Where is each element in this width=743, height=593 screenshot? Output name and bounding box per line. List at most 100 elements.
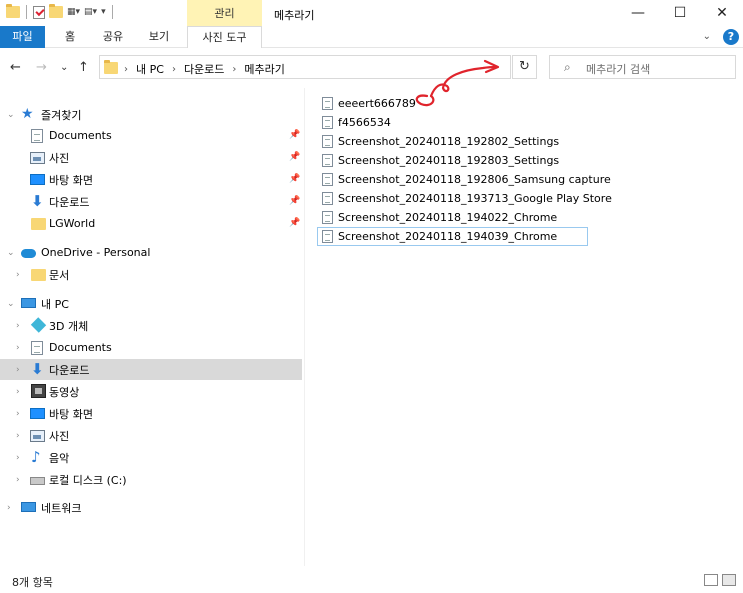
tab-view[interactable]: 보기 [141,26,177,48]
close-button[interactable]: ✕ [701,0,743,26]
rename-icon[interactable]: ▦▾ [67,7,80,17]
sidebar-item-label: 내 PC [41,297,69,311]
title-bar: ▦▾ ▤▾ ▾ 관리 메추라기 — ☐ ✕ [0,0,743,26]
sidebar-item-pictures[interactable]: › 사진 [0,425,302,446]
breadcrumb-separator[interactable]: › [172,64,176,75]
breadcrumb-separator[interactable]: › [124,64,128,75]
recent-locations-icon[interactable]: ⌄ [60,62,68,73]
pin-icon[interactable]: 📌 [289,152,300,162]
tab-share[interactable]: 공유 [95,26,131,48]
sidebar-item-downloads[interactable]: › ⬇ 다운로드 [0,359,302,380]
navigation-bar: ← → ⌄ ↑ › 내 PC › 다운로드 › 메추라기 ⌄ ↻ ⌕ 메추라기 … [0,48,743,88]
expand-icon[interactable]: › [16,321,20,331]
pane-divider[interactable] [304,88,305,566]
new-folder-icon[interactable] [49,4,63,18]
refresh-button[interactable]: ↻ [512,55,537,79]
list-item[interactable]: Screenshot_20240118_192802_Settings [318,132,559,151]
details-view-icon[interactable] [704,574,718,586]
list-item[interactable]: f4566534 [318,113,391,132]
quick-access-toolbar: ▦▾ ▤▾ ▾ [6,4,115,19]
sidebar-item-label: Documents [49,341,112,354]
file-icon [322,135,333,148]
sidebar-item-pictures-pinned[interactable]: 사진 📌 [0,147,302,168]
pin-icon[interactable]: 📌 [289,130,300,140]
sidebar-item-music[interactable]: › ♪ 음악 [0,447,302,468]
download-icon: ⬇ [31,360,44,378]
list-item[interactable]: eeeert666789 [318,94,416,113]
breadcrumb-separator[interactable]: › [232,64,236,75]
expand-icon[interactable]: › [16,387,20,397]
collapse-icon[interactable]: ⌄ [7,299,15,309]
customize-qat-icon[interactable]: ▾ [101,7,106,17]
collapse-icon[interactable]: ⌄ [7,248,15,258]
forward-arrow-icon[interactable]: → [36,60,47,75]
view-icon[interactable]: ▤▾ [84,7,97,17]
file-name: Screenshot_20240118_194039_Chrome [338,230,558,243]
expand-icon[interactable]: › [16,431,20,441]
breadcrumb-downloads[interactable]: 다운로드 [184,61,224,77]
sidebar-item-label: 음악 [49,451,70,465]
breadcrumb-this-pc[interactable]: 내 PC [136,61,164,77]
sidebar-item-desktop[interactable]: › 바탕 화면 [0,403,302,424]
list-item-focused[interactable]: Screenshot_20240118_194039_Chrome [317,227,588,246]
sidebar-item-onedrive[interactable]: ⌄ OneDrive - Personal [0,242,302,263]
sidebar-item-quick-access[interactable]: ⌄ ★ 즐겨찾기 [0,104,302,125]
cloud-icon [21,249,36,258]
search-input[interactable]: ⌕ 메추라기 검색 [549,55,736,79]
maximize-button[interactable]: ☐ [659,0,701,26]
tab-manage[interactable]: 관리 [187,0,262,26]
list-item[interactable]: Screenshot_20240118_194022_Chrome [318,208,557,227]
sidebar-item-this-pc[interactable]: ⌄ 내 PC [0,293,302,314]
expand-icon[interactable]: › [16,270,20,280]
sidebar-item-documents[interactable]: › Documents [0,337,302,358]
properties-icon[interactable] [33,5,45,19]
status-bar: 8개 항목 [0,566,743,593]
sidebar-item-downloads-pinned[interactable]: ⬇ 다운로드 📌 [0,191,302,212]
sidebar-item-label: 사진 [49,151,70,165]
minimize-button[interactable]: — [617,0,659,26]
tab-picture-tools[interactable]: 사진 도구 [187,26,262,49]
list-item[interactable]: Screenshot_20240118_192803_Settings [318,151,559,170]
sidebar-item-label: 바탕 화면 [49,173,93,187]
sidebar-item-videos[interactable]: › 동영상 [0,381,302,402]
sidebar-item-network[interactable]: › 네트워크 [0,497,302,518]
sidebar-item-label: 로컬 디스크 (C:) [49,473,127,487]
folder-icon [31,218,46,230]
file-icon [322,116,333,129]
pin-icon[interactable]: 📌 [289,196,300,206]
file-icon [322,97,333,110]
tab-home[interactable]: 홈 [55,26,85,48]
back-arrow-icon[interactable]: ← [10,60,21,75]
star-icon: ★ [21,106,34,122]
file-icon [322,173,333,186]
pin-icon[interactable]: 📌 [289,218,300,228]
help-icon[interactable]: ? [723,29,739,45]
expand-icon[interactable]: › [7,503,11,513]
large-icons-view-icon[interactable] [722,574,736,586]
sidebar-item-documents-pinned[interactable]: Documents 📌 [0,125,302,146]
expand-icon[interactable]: › [16,453,20,463]
expand-icon[interactable]: › [16,409,20,419]
list-item[interactable]: Screenshot_20240118_193713_Google Play S… [318,189,612,208]
sidebar-item-3d-objects[interactable]: › 3D 개체 [0,315,302,336]
sidebar-item-label: 즐겨찾기 [41,108,82,122]
sidebar-item-onedrive-documents[interactable]: › 문서 [0,264,302,285]
tab-file[interactable]: 파일 [0,26,45,48]
red-annotation-arrow [415,59,500,107]
sidebar-item-desktop-pinned[interactable]: 바탕 화면 📌 [0,169,302,190]
expand-icon[interactable]: › [16,365,20,375]
navigation-pane: ⌄ ★ 즐겨찾기 Documents 📌 사진 📌 바탕 화면 📌 ⬇ 다운로드… [0,96,302,566]
chevron-down-icon[interactable]: ⌄ [703,31,711,42]
pc-icon [21,298,36,308]
expand-icon[interactable]: › [16,343,20,353]
up-arrow-icon[interactable]: ↑ [78,60,89,75]
list-item[interactable]: Screenshot_20240118_192806_Samsung captu… [318,170,611,189]
collapse-icon[interactable]: ⌄ [7,110,15,120]
breadcrumb-current-folder[interactable]: 메추라기 [244,61,284,77]
sidebar-item-local-disk[interactable]: › 로컬 디스크 (C:) [0,469,302,490]
pin-icon[interactable]: 📌 [289,174,300,184]
expand-icon[interactable]: › [16,475,20,485]
music-icon: ♪ [31,448,41,466]
sidebar-item-label: 사진 [49,429,70,443]
sidebar-item-lgworld[interactable]: LGWorld 📌 [0,213,302,234]
